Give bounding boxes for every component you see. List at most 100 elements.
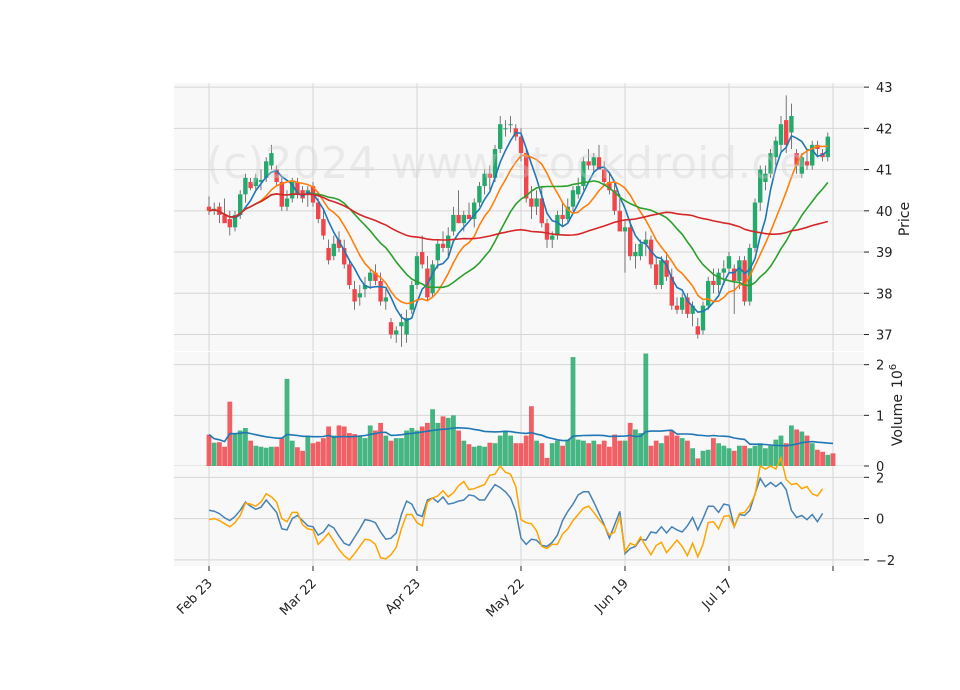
volume-axis-label-text: Volume	[890, 394, 906, 446]
volume-bar	[529, 406, 534, 466]
volume-bar	[627, 422, 633, 466]
volume-bar	[492, 443, 498, 466]
candle-body	[430, 264, 435, 294]
volume-bar	[211, 442, 217, 466]
candle-body	[726, 256, 732, 269]
volume-bar	[378, 422, 383, 466]
volume-bar	[466, 444, 472, 466]
volume-bar	[690, 448, 695, 466]
volume-bar	[560, 445, 565, 466]
candle-body	[555, 214, 560, 236]
volume-bar	[607, 446, 612, 466]
candle-body	[752, 202, 758, 248]
volume-bar	[622, 440, 628, 466]
volume-bar	[815, 449, 820, 466]
volume-bar	[300, 450, 305, 466]
candle-body	[503, 128, 508, 130]
volume-bar	[305, 435, 311, 466]
candle-body	[711, 280, 716, 286]
volume-bar	[497, 435, 503, 466]
volume-bar	[783, 443, 789, 466]
volume-bar	[648, 445, 654, 466]
candle-body	[570, 190, 576, 207]
volume-bar	[534, 440, 539, 466]
candle-body	[368, 272, 373, 281]
candle-body	[674, 305, 680, 310]
candle-body	[399, 322, 404, 327]
candle-body	[435, 243, 440, 261]
volume-bar	[731, 450, 737, 466]
volume-bar	[633, 429, 638, 466]
candle-body	[227, 219, 232, 228]
volume-bar	[232, 434, 238, 466]
volume-bar	[737, 445, 742, 466]
volume-bar	[601, 440, 607, 466]
volume-bar	[659, 443, 664, 466]
candle-body	[789, 115, 794, 133]
volume-bar	[794, 429, 799, 466]
volume-bar	[705, 449, 711, 466]
candle-body	[680, 297, 685, 310]
candle-body	[446, 235, 451, 248]
volume-bar	[461, 440, 467, 466]
volume-bar	[773, 439, 779, 466]
candle-body	[534, 198, 539, 207]
volume-bar	[336, 425, 342, 466]
volume-bar	[596, 444, 602, 466]
volume-bar	[638, 433, 643, 466]
volume-bar	[768, 445, 773, 466]
candle-body	[420, 252, 425, 265]
candle-body	[628, 227, 633, 257]
candle-body	[383, 297, 388, 302]
volume-bar	[586, 443, 591, 466]
volume-bar	[575, 439, 581, 466]
volume-bar	[617, 440, 623, 466]
candle-body	[659, 260, 664, 286]
volume-bar	[555, 440, 560, 466]
candle-body	[529, 198, 534, 207]
volume-bar	[279, 438, 285, 466]
volume-bar	[237, 430, 243, 466]
volume-bar	[253, 445, 259, 466]
candle-body	[695, 326, 700, 335]
volume-bar	[425, 422, 430, 466]
volume-bar	[508, 435, 513, 466]
volume-bar	[716, 443, 721, 466]
volume-bar	[591, 440, 597, 466]
candle-body	[394, 330, 399, 335]
volume-bar	[217, 442, 222, 466]
x-axis: Feb 23 Mar 22 Apr 23 May 22 Jun 19 Jul 17	[174, 566, 834, 620]
oscillator-ytick-label: −2	[876, 554, 895, 569]
price-panel: 37 38 39 40 41 42 43	[174, 81, 893, 351]
volume-bar	[503, 430, 508, 466]
volume-bar	[653, 440, 659, 466]
volume-bar	[471, 446, 477, 466]
volume-bar	[274, 446, 279, 466]
volume-bar	[404, 430, 409, 466]
volume-bar	[456, 430, 461, 466]
oscillator-ytick-label: 0	[876, 513, 884, 528]
price-ytick-label: 37	[876, 329, 893, 344]
volume-bar	[825, 454, 831, 466]
volume-bar	[263, 447, 269, 466]
volume-bar	[700, 450, 706, 466]
volume-bar	[695, 458, 701, 466]
candle-body	[352, 289, 357, 302]
candle-body	[508, 124, 513, 126]
volume-bar	[721, 445, 727, 466]
volume-bar	[326, 426, 331, 466]
volume-panel: 012	[174, 352, 884, 475]
volume-bar	[383, 435, 389, 466]
candle-body	[357, 293, 362, 298]
volume-bar	[347, 433, 352, 466]
volume-bar	[445, 417, 451, 466]
volume-bar	[388, 440, 394, 466]
volume-bar	[451, 415, 456, 466]
volume-bar	[747, 448, 753, 466]
price-axis-label: Price	[897, 202, 913, 236]
price-background	[174, 83, 864, 351]
volume-bar	[222, 446, 227, 466]
candle-body	[622, 227, 628, 232]
price-ytick-label: 39	[876, 246, 893, 261]
volume-bar	[726, 448, 732, 466]
